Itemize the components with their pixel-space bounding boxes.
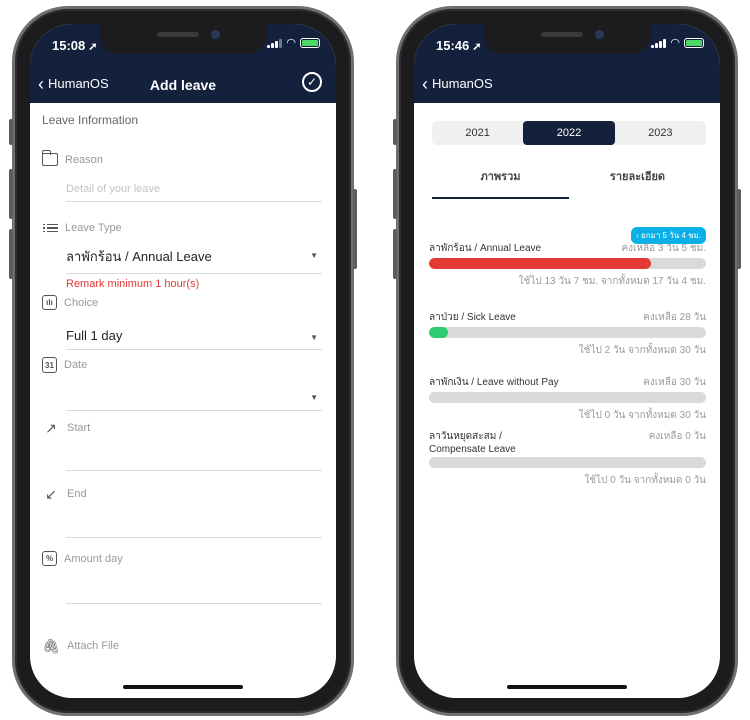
location-icon: ➚ (88, 41, 98, 53)
choice-select[interactable]: Full 1 day ▼ (66, 328, 322, 350)
battery-icon (300, 38, 320, 48)
back-label: HumanOS (432, 76, 493, 91)
end-label: ↙ End (42, 485, 86, 503)
notch (99, 24, 267, 54)
trend-up-icon: ↗ (45, 419, 57, 436)
dropdown-arrow-icon: ▼ (310, 251, 318, 260)
year-selector: 2021 2022 2023 (432, 121, 706, 145)
leave-name: ลาวันหยุดสะสม / Compensate Leave (429, 431, 516, 455)
date-select[interactable]: ▼ (66, 388, 322, 411)
status-icons: ◠ (267, 37, 320, 49)
leave-remaining: คงเหลือ 3 วัน 5 ชม. (621, 243, 706, 254)
leave-progress-track (429, 457, 706, 468)
leave-progress-track (429, 392, 706, 403)
side-button (353, 189, 357, 269)
chevron-left-icon: ‹ (38, 73, 44, 94)
leave-progress-fill (429, 327, 448, 338)
calendar-icon: 31 (42, 357, 57, 373)
leave-used: ใช้ไป 2 วัน จากทั้งหมด 30 วัน (578, 345, 706, 356)
leave-remaining: คงเหลือ 0 วัน (648, 431, 706, 442)
leave-used: ใช้ไป 13 วัน 7 ชม. จากทั้งหมด 17 วัน 4 ช… (518, 276, 706, 287)
folder-icon (41, 150, 58, 166)
nav-row: ‹ HumanOS (414, 68, 720, 103)
leave-item-annual: ลาพักร้อน / Annual Leave คงเหลือ 3 วัน 5… (429, 241, 706, 289)
mute-switch (9, 119, 13, 145)
section-title: Leave Information (42, 113, 139, 127)
choice-label: ılı Choice (42, 295, 98, 310)
year-tab-2021[interactable]: 2021 (432, 121, 523, 145)
side-button (737, 189, 741, 269)
leave-item-sick: ลาป่วย / Sick Leave คงเหลือ 28 วัน ใช้ไป… (429, 310, 706, 358)
battery-icon (684, 38, 704, 48)
wifi-icon: ◠ (670, 37, 680, 49)
leave-progress-track (429, 327, 706, 338)
date-label: 31 Date (42, 357, 87, 373)
phone-frame-left: 15:08 ➚ ◠ ‹ HumanOS Add leave ✓ Leave Inf… (9, 6, 357, 716)
status-icons: ◠ (651, 37, 704, 49)
start-label: ↗ Start (42, 419, 90, 437)
volume-down-button (393, 229, 397, 279)
mute-switch (393, 119, 397, 145)
phone-frame-right: 15:46 ➚ ◠ ‹ HumanOS 2021 2022 2023 ภาพรวม (393, 6, 741, 716)
volume-up-button (9, 169, 13, 219)
add-leave-screen: 15:08 ➚ ◠ ‹ HumanOS Add leave ✓ Leave Inf… (30, 24, 336, 698)
check-icon: ✓ (306, 75, 318, 89)
chevron-left-icon: ‹ (422, 73, 428, 94)
notch (483, 24, 651, 54)
home-indicator (123, 685, 243, 689)
leave-used: ใช้ไป 0 วัน จากทั้งหมด 30 วัน (578, 410, 706, 421)
signal-icon (651, 38, 667, 48)
tab-details[interactable]: รายละเอียด (569, 167, 706, 197)
leave-progress-fill (429, 258, 651, 269)
tab-overview[interactable]: ภาพรวม (432, 167, 569, 199)
status-time: 15:46 ➚ (436, 38, 482, 53)
leave-type-label: Leave Type (42, 219, 122, 237)
choice-icon: ılı (42, 295, 57, 310)
back-label: HumanOS (48, 76, 109, 91)
reason-label: Reason (41, 150, 103, 166)
end-input[interactable] (66, 518, 322, 538)
back-button[interactable]: ‹ HumanOS (422, 73, 493, 94)
list-icon (42, 219, 58, 237)
signal-icon (267, 38, 283, 48)
submit-check-button[interactable]: ✓ (302, 72, 322, 92)
view-tabs: ภาพรวม รายละเอียด (432, 167, 706, 199)
amount-label: % Amount day (42, 551, 123, 566)
volume-down-button (9, 229, 13, 279)
leave-name: ลาพักเงิน / Leave without Pay (429, 377, 559, 388)
leave-name: ลาป่วย / Sick Leave (429, 312, 516, 323)
leave-type-select[interactable]: ลาพักร้อน / Annual Leave ▼ (66, 246, 322, 274)
year-tab-2023[interactable]: 2023 (615, 121, 706, 145)
home-indicator (507, 685, 627, 689)
wifi-icon: ◠ (286, 37, 296, 49)
leave-summary-screen: 15:46 ➚ ◠ ‹ HumanOS 2021 2022 2023 ภาพรวม (414, 24, 720, 698)
location-icon: ➚ (472, 41, 482, 53)
status-time: 15:08 ➚ (52, 38, 98, 53)
percent-icon: % (42, 551, 57, 566)
year-tab-2022[interactable]: 2022 (523, 121, 615, 145)
leave-type-remark: Remark minimum 1 hour(s) (66, 278, 200, 290)
volume-up-button (393, 169, 397, 219)
amount-input[interactable] (66, 584, 322, 604)
leave-item-compensate: ลาวันหยุดสะสม / Compensate Leave คงเหลือ… (429, 429, 706, 488)
leave-remaining: คงเหลือ 30 วัน (643, 377, 706, 388)
leave-name: ลาพักร้อน / Annual Leave (429, 243, 542, 254)
trend-down-icon: ↙ (45, 485, 57, 502)
start-input[interactable] (66, 451, 322, 471)
reason-input[interactable]: Detail of your leave (66, 183, 322, 202)
attach-file-button[interactable]: 🖇 Attach File (42, 637, 119, 655)
leave-used: ใช้ไป 0 วัน จากทั้งหมด 0 วัน (584, 475, 706, 486)
dropdown-arrow-icon: ▼ (310, 393, 318, 402)
nav-row: ‹ HumanOS Add leave ✓ (30, 68, 336, 103)
paperclip-icon: 🖇 (42, 637, 60, 654)
leave-remaining: คงเหลือ 28 วัน (643, 312, 706, 323)
leave-progress-track (429, 258, 706, 269)
dropdown-arrow-icon: ▼ (310, 333, 318, 342)
back-button[interactable]: ‹ HumanOS (38, 73, 109, 94)
leave-item-without-pay: ลาพักเงิน / Leave without Pay คงเหลือ 30… (429, 375, 706, 423)
